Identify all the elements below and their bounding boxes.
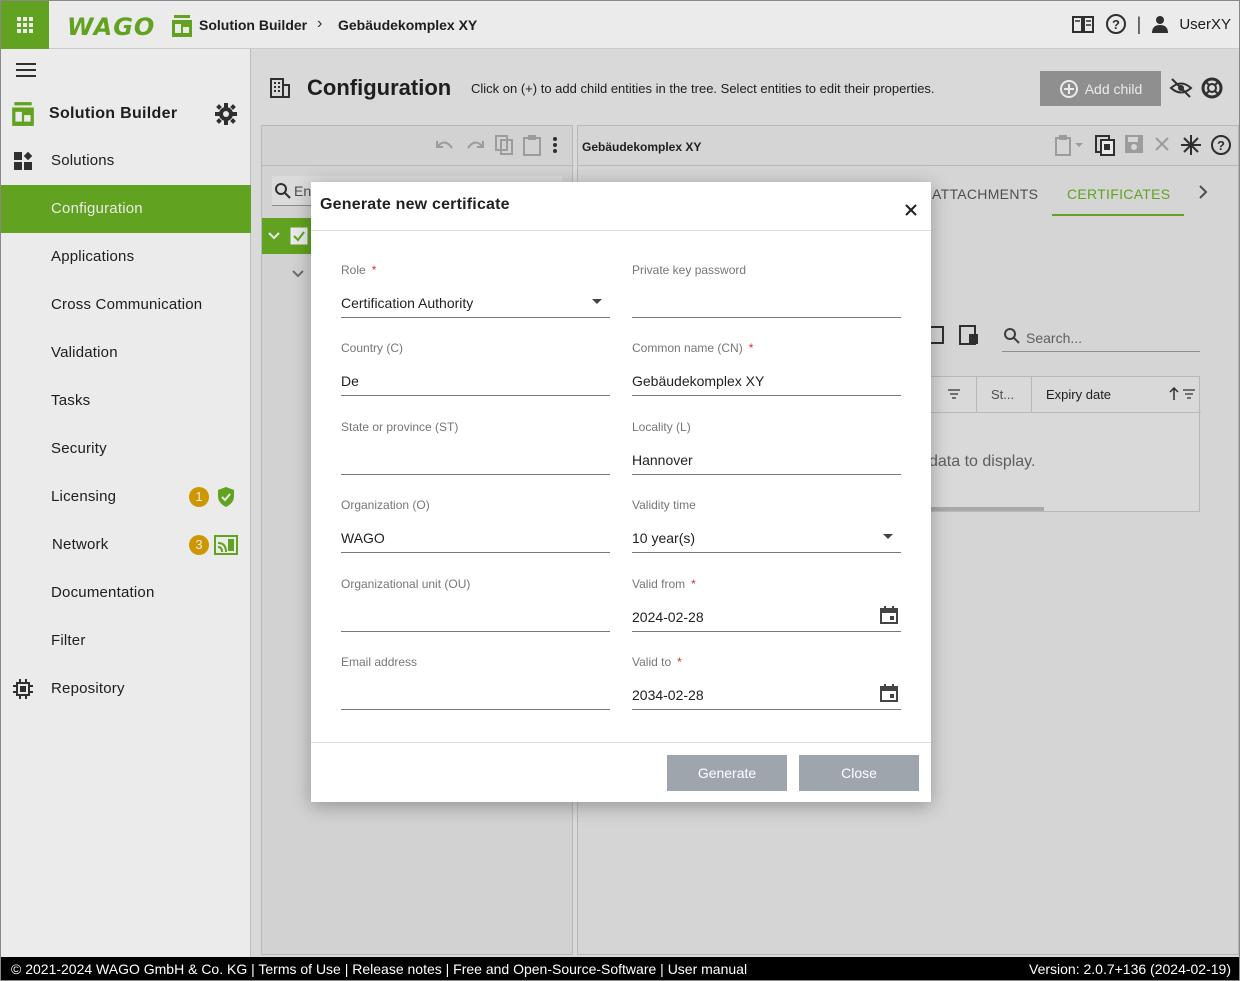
field-underline xyxy=(632,709,901,710)
locality-field[interactable]: Locality (L) Hannover xyxy=(632,420,901,486)
valid-to-value: 2034-02-28 xyxy=(632,687,704,703)
org-unit-label: Organizational unit (OU) xyxy=(341,577,471,591)
validity-time-value: 10 year(s) xyxy=(632,530,696,546)
valid-from-label: Valid from xyxy=(632,577,686,591)
common-name-value: Gebäudekomplex XY xyxy=(632,373,765,389)
dialog-divider xyxy=(311,742,931,743)
common-name-field[interactable]: Common name (CN) * Gebäudekomplex XY xyxy=(632,341,901,407)
country-value: De xyxy=(341,373,359,389)
locality-value: Hannover xyxy=(632,452,693,468)
version-info: Version: 2.0.7+136 (2024-02-19) xyxy=(1029,961,1231,977)
field-underline xyxy=(632,631,901,632)
dropdown-arrow-icon xyxy=(883,534,893,539)
country-label: Country (C) xyxy=(341,341,404,355)
field-label: Role * xyxy=(341,263,376,277)
valid-from-field[interactable]: Valid from * 2024-02-28 xyxy=(632,577,901,643)
private-key-password-field[interactable]: Private key password xyxy=(632,263,901,329)
dialog-title: Generate new certificate xyxy=(320,196,510,213)
field-underline xyxy=(341,631,610,632)
role-label: Role xyxy=(341,263,366,277)
close-button[interactable]: Close xyxy=(799,755,919,791)
close-icon[interactable] xyxy=(901,200,921,220)
footer: © 2021-2024 WAGO GmbH & Co. KG | Terms o… xyxy=(1,957,1239,980)
field-underline xyxy=(341,474,610,475)
field-label: Valid to * xyxy=(632,655,682,669)
required-marker: * xyxy=(371,263,377,277)
state-label: State or province (ST) xyxy=(341,420,459,434)
state-field[interactable]: State or province (ST) xyxy=(341,420,610,486)
role-select[interactable]: Role * Certification Authority xyxy=(341,263,610,329)
calendar-icon[interactable] xyxy=(879,605,899,625)
valid-from-value: 2024-02-28 xyxy=(632,609,704,625)
organization-field[interactable]: Organization (O) WAGO xyxy=(341,498,610,564)
field-underline xyxy=(632,474,901,475)
country-field[interactable]: Country (C) De xyxy=(341,341,610,407)
field-underline xyxy=(341,552,610,553)
organization-label: Organization (O) xyxy=(341,498,430,512)
field-label: Common name (CN) * xyxy=(632,341,753,355)
org-unit-field[interactable]: Organizational unit (OU) xyxy=(341,577,610,643)
required-marker: * xyxy=(748,341,754,355)
organization-value: WAGO xyxy=(341,530,385,546)
common-name-label: Common name (CN) xyxy=(632,341,743,355)
locality-label: Locality (L) xyxy=(632,420,691,434)
validity-time-label: Validity time xyxy=(632,498,696,512)
dialog-divider xyxy=(311,230,931,231)
field-underline xyxy=(632,317,901,318)
field-underline xyxy=(341,709,610,710)
field-underline xyxy=(341,317,610,318)
field-underline xyxy=(632,395,901,396)
field-underline xyxy=(341,395,610,396)
private-key-password-label: Private key password xyxy=(632,263,747,277)
app-window: WAGO Solution Builder › Gebäudekomplex X… xyxy=(0,0,1240,981)
required-marker: * xyxy=(691,577,696,591)
generate-certificate-dialog: Generate new certificate Role * Certifica… xyxy=(311,182,931,802)
valid-to-label: Valid to xyxy=(632,655,672,669)
generate-button[interactable]: Generate xyxy=(667,755,787,791)
valid-to-field[interactable]: Valid to * 2034-02-28 xyxy=(632,655,901,721)
validity-time-select[interactable]: Validity time 10 year(s) xyxy=(632,498,901,564)
footer-links[interactable]: © 2021-2024 WAGO GmbH & Co. KG | Terms o… xyxy=(11,961,747,977)
email-label: Email address xyxy=(341,655,418,669)
field-label: Valid from * xyxy=(632,577,696,591)
required-marker: * xyxy=(677,655,682,669)
email-field[interactable]: Email address xyxy=(341,655,610,721)
field-underline xyxy=(632,552,901,553)
dropdown-arrow-icon xyxy=(592,299,602,304)
role-value: Certification Authority xyxy=(341,295,474,311)
calendar-icon[interactable] xyxy=(879,683,899,703)
